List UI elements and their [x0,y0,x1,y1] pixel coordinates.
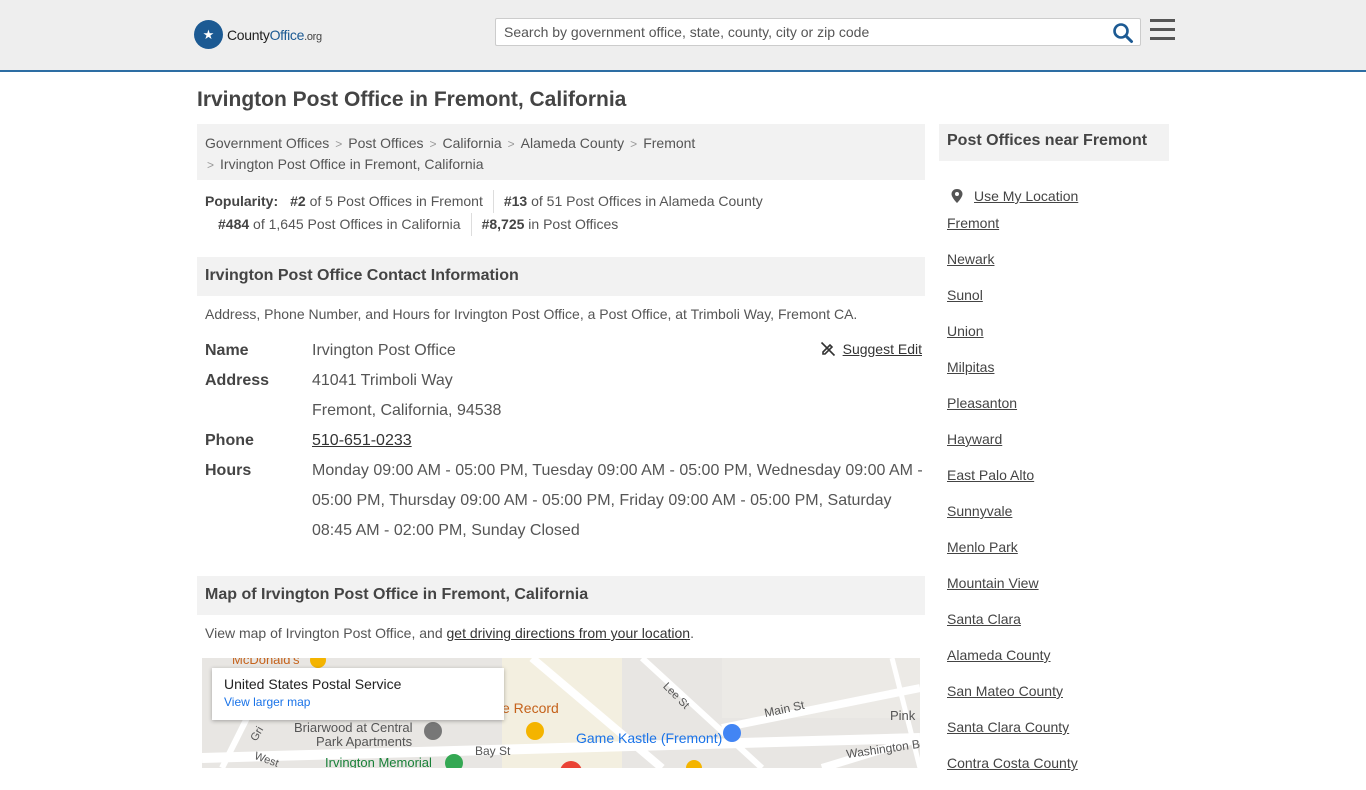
map-label: Park Apartments [316,734,413,749]
map-label: Bay St [475,744,511,758]
sidebar-item-mountain-view[interactable]: Mountain View [947,575,1039,591]
eagle-icon: ★ [194,20,223,49]
view-larger-map-link[interactable]: View larger map [224,695,492,709]
sidebar-item-sunol[interactable]: Sunol [947,287,983,303]
suggest-edit[interactable]: Suggest Edit [820,336,922,362]
sidebar-item-use-location[interactable]: Use My Location [947,178,1169,214]
map-label: Briarwood at Central [294,720,413,735]
breadcrumb-california[interactable]: California [443,135,502,151]
sidebar-item-union[interactable]: Union [947,323,984,339]
sidebar-item-milpitas[interactable]: Milpitas [947,359,994,375]
breadcrumb: Government Offices > Post Offices > Californ… [197,124,925,180]
breadcrumb-current: Irvington Post Office in Fremont, Califo… [220,156,484,172]
sidebar-item-santa-clara[interactable]: Santa Clara [947,611,1021,627]
address-label: Address [205,372,270,389]
popularity-stats: Popularity: #2 of 5 Post Offices in Frem… [205,190,925,236]
sidebar-item-newark[interactable]: Newark [947,251,994,267]
suggest-edit-link[interactable]: Suggest Edit [843,336,922,362]
popularity-item: #484 of 1,645 Post Offices in California [218,213,472,236]
edit-off-icon [820,341,835,357]
map-label: Irvington Memorial [325,755,432,768]
sidebar-item-san-mateo-county[interactable]: San Mateo County [947,683,1063,699]
map-place-title: United States Postal Service [224,676,402,692]
breadcrumb-government-offices[interactable]: Government Offices [205,135,329,151]
hours-label: Hours [205,462,252,479]
map-label: Game Kastle (Fremont) [576,730,723,746]
map-label: McDonald's [232,658,300,667]
embedded-map[interactable]: McDonald's e Record Lee St Main St Pink … [202,658,920,768]
sidebar-item-santa-clara-county[interactable]: Santa Clara County [947,719,1069,735]
driving-directions-link[interactable]: get driving directions from your locatio… [447,625,691,641]
popularity-label: Popularity: [205,193,279,209]
map-place-card: United States Postal Service View larger… [212,668,504,720]
page-title: Irvington Post Office in Fremont, Califo… [197,88,627,111]
sidebar-item-sunnyvale[interactable]: Sunnyvale [947,503,1012,519]
sidebar-item-menlo-park[interactable]: Menlo Park [947,539,1018,555]
breadcrumb-post-offices[interactable]: Post Offices [348,135,423,151]
sidebar-item-hayward[interactable]: Hayward [947,431,1002,447]
sidebar-item-contra-costa-county[interactable]: Contra Costa County [947,755,1078,771]
sidebar-item-pleasanton[interactable]: Pleasanton [947,395,1017,411]
sidebar-list: Use My Location Fremont Newark Sunol Uni… [947,178,1169,790]
sidebar-item-east-palo-alto[interactable]: East Palo Alto [947,467,1034,483]
hours-text: Monday 09:00 AM - 05:00 PM, Tuesday 09:0… [312,462,923,539]
site-logo[interactable]: ★ CountyOffice.org [194,20,322,49]
chevron-right-icon: > [207,158,215,172]
map-label: Pink [890,708,916,723]
site-header: ★ CountyOffice.org [0,0,1366,72]
contact-heading: Irvington Post Office Contact Informatio… [197,257,925,296]
logo-text: CountyOffice.org [227,26,322,43]
sidebar-item-alameda-county[interactable]: Alameda County [947,647,1051,663]
popularity-item: #2 of 5 Post Offices in Fremont [290,190,494,213]
breadcrumb-alameda-county[interactable]: Alameda County [521,135,625,151]
contact-description: Address, Phone Number, and Hours for Irv… [205,306,858,322]
chevron-right-icon: > [429,137,437,151]
search-input[interactable] [496,19,1096,45]
search-icon[interactable] [1112,22,1134,44]
sidebar-heading: Post Offices near Fremont [939,124,1169,161]
phone-link[interactable]: 510-651-0233 [312,432,412,449]
hamburger-menu-icon[interactable] [1150,19,1175,41]
popularity-item: #8,725 in Post Offices [481,216,619,232]
address-line2: Fremont, California, 94538 [312,402,502,419]
breadcrumb-fremont[interactable]: Fremont [643,135,695,151]
phone-label: Phone [205,432,254,449]
use-location-link[interactable]: Use My Location [974,187,1078,205]
contact-info: Suggest Edit Name Irvington Post Office A… [205,336,925,546]
chevron-right-icon: > [335,137,343,151]
sidebar-item-fremont[interactable]: Fremont [947,215,999,231]
name-label: Name [205,342,249,359]
popularity-item: #13 of 51 Post Offices in Alameda County [503,193,763,209]
address-line1: 41041 Trimboli Way [312,372,453,389]
map-description: View map of Irvington Post Office, and g… [205,625,694,641]
chevron-right-icon: > [630,137,638,151]
search-bar [495,18,1141,46]
map-label: e Record [502,700,559,716]
chevron-right-icon: > [507,137,515,151]
map-heading: Map of Irvington Post Office in Fremont,… [197,576,925,615]
map-pin-icon [951,189,963,203]
